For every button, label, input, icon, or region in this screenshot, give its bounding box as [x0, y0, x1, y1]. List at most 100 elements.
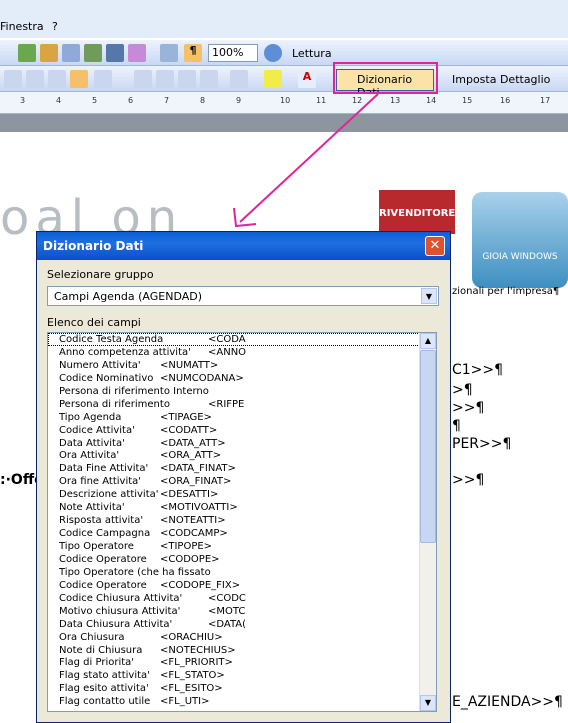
field-code: <FL_STATO> — [160, 670, 225, 682]
field-name: Codice Campagna — [59, 528, 151, 540]
field-code: <CODCAMP> — [160, 528, 228, 540]
pointer-arrow-line — [239, 93, 379, 223]
dizionario-dati-dialog: Dizionario Dati ✕ Selezionare gruppo Cam… — [36, 231, 451, 723]
field-name: Motivo chiusura Attivita' — [59, 605, 181, 617]
field-name: Data Fine Attivita' — [59, 463, 149, 475]
field-code: <RIFPE — [208, 398, 245, 410]
field-name: Numero Attivita' — [59, 359, 141, 371]
field-name: Codice Nominativo — [59, 372, 154, 384]
chevron-down-icon[interactable]: ▼ — [421, 288, 437, 304]
field-code: <CODOPE> — [160, 553, 220, 565]
dialog-title: Dizionario Dati — [43, 239, 144, 253]
list-item[interactable]: Persona di riferimento Interno — [48, 385, 436, 398]
field-code: <DESATTI> — [160, 489, 219, 501]
field-name: Persona di riferimento Interno — [59, 385, 209, 397]
field-name: Codice Chiusura Attivita' — [59, 592, 183, 604]
list-item[interactable]: Codice Testa Agenda <CODA — [48, 333, 436, 346]
group-select-value: Campi Agenda (AGENDAD) — [54, 290, 203, 303]
field-code: <NUMATT> — [160, 359, 219, 371]
field-name: Flag contatto utile — [59, 696, 151, 708]
list-item[interactable]: Flag stato attivita' <FL_STATO> — [48, 669, 436, 682]
field-name: Ora Chiusura — [59, 631, 125, 643]
list-item[interactable]: Note Attivita' <MOTIVOATTI> — [48, 501, 436, 514]
field-code: <CODATT> — [160, 424, 218, 436]
field-name: Descrizione attivita' — [59, 489, 159, 501]
field-name: Flag esito attivita' — [59, 683, 149, 695]
field-code: <TIPAGE> — [160, 411, 212, 423]
field-name: Ora Attivita' — [59, 450, 120, 462]
field-code: <NOTECHIUS> — [160, 644, 236, 656]
field-code: <ANNO — [208, 346, 247, 358]
field-list-label: Elenco dei campi — [47, 316, 141, 329]
list-scrollbar[interactable]: ▲ ▼ — [419, 333, 436, 711]
field-code: <MOTC — [208, 605, 246, 617]
list-item[interactable]: Risposta attivita' <NOTEATTI> — [48, 514, 436, 527]
list-item[interactable]: Tipo Agenda <TIPAGE> — [48, 411, 436, 424]
field-code: <CODA — [208, 334, 246, 345]
field-code: <NUMCODANA> — [160, 372, 244, 384]
field-code: <ORACHIU> — [160, 631, 223, 643]
list-item[interactable]: Descrizione attivita' <DESATTI> — [48, 488, 436, 501]
list-item[interactable]: Data Fine Attivita' <DATA_FINAT> — [48, 462, 436, 475]
scroll-up-icon[interactable]: ▲ — [420, 333, 436, 349]
field-code: <ORA_FINAT> — [160, 476, 232, 488]
field-code: <FL_UTI> — [160, 696, 210, 708]
scroll-thumb[interactable] — [420, 350, 436, 543]
field-name: Risposta attivita' — [59, 515, 144, 527]
field-name: Codice Attivita' — [59, 424, 135, 436]
field-code: <MOTIVOATTI> — [160, 502, 238, 514]
field-name: Tipo Operatore — [59, 541, 134, 552]
list-item[interactable]: Data Attivita' <DATA_ATT> — [48, 437, 436, 450]
field-name: Anno competenza attivita' — [59, 346, 191, 358]
field-name: Ora fine Attivita' — [59, 476, 142, 488]
field-name: Note Attivita' — [59, 502, 125, 514]
field-code: <TIPOPE> — [160, 541, 213, 552]
field-code: <FL_PRIORIT> — [160, 657, 233, 669]
field-name: Tipo Agenda — [59, 411, 122, 423]
field-name: Note di Chiusura — [59, 644, 143, 656]
list-item[interactable]: Flag di Priorita' <FL_PRIORIT> — [48, 656, 436, 669]
field-name: Persona di riferimento — [59, 398, 170, 410]
field-code: <DATA_ATT> — [160, 437, 226, 449]
list-item[interactable]: Ora fine Attivita' <ORA_FINAT> — [48, 475, 436, 488]
list-item[interactable]: Numero Attivita' <NUMATT> — [48, 359, 436, 372]
list-item[interactable]: Anno competenza attivita' <ANNO — [48, 346, 436, 359]
list-item[interactable]: Data Chiusura Attivita' <DATA( — [48, 618, 436, 631]
dialog-title-bar[interactable]: Dizionario Dati ✕ — [37, 232, 450, 260]
list-item[interactable]: Note di Chiusura <NOTECHIUS> — [48, 644, 436, 657]
field-code: <NOTEATTI> — [160, 515, 226, 527]
field-name: Flag stato attivita' — [59, 670, 150, 682]
field-code: <ORA_ATT> — [160, 450, 222, 462]
list-item[interactable]: Codice Campagna <CODCAMP> — [48, 527, 436, 540]
field-code: <CODC — [208, 592, 246, 604]
field-list[interactable]: Codice Testa Agenda <CODA Anno competenza … — [47, 332, 437, 712]
list-item[interactable]: Tipo Operatore <TIPOPE> — [48, 540, 436, 553]
scroll-down-icon[interactable]: ▼ — [420, 695, 436, 711]
close-icon[interactable]: ✕ — [425, 236, 445, 256]
list-item[interactable]: Persona di riferimento <RIFPE — [48, 398, 436, 411]
highlight-box — [333, 62, 438, 94]
list-item[interactable]: Motivo chiusura Attivita' <MOTC — [48, 605, 436, 618]
field-name: Codice Testa Agenda — [59, 334, 164, 345]
field-name: Data Attivita' — [59, 437, 125, 449]
field-name: Tipo Operatore (che ha fissato — [59, 566, 211, 578]
field-name: Codice Operatore — [59, 579, 147, 591]
field-name: Codice Operatore — [59, 553, 147, 565]
list-item[interactable]: Flag contatto utile <FL_UTI> — [48, 695, 436, 708]
field-code: <DATA( — [208, 618, 247, 630]
list-item[interactable]: Codice Operatore <CODOPE> — [48, 553, 436, 566]
list-item[interactable]: Tipo Operatore (che ha fissato — [48, 566, 436, 579]
field-name: Flag di Priorita' — [59, 657, 135, 669]
field-code: <DATA_FINAT> — [160, 463, 236, 475]
list-item[interactable]: Codice Attivita' <CODATT> — [48, 424, 436, 437]
list-item[interactable]: Codice Operatore <CODOPE_FIX> — [48, 579, 436, 592]
field-code: <CODOPE_FIX> — [160, 579, 241, 591]
list-item[interactable]: Codice Chiusura Attivita' <CODC — [48, 592, 436, 605]
group-select[interactable]: Campi Agenda (AGENDAD) ▼ — [47, 286, 439, 306]
group-label: Selezionare gruppo — [47, 268, 154, 281]
list-item[interactable]: Ora Attivita' <ORA_ATT> — [48, 449, 436, 462]
list-item[interactable]: Flag esito attivita' <FL_ESITO> — [48, 682, 436, 695]
list-item[interactable]: Ora Chiusura <ORACHIU> — [48, 631, 436, 644]
list-item[interactable]: Codice Nominativo <NUMCODANA> — [48, 372, 436, 385]
field-code: <FL_ESITO> — [160, 683, 223, 695]
